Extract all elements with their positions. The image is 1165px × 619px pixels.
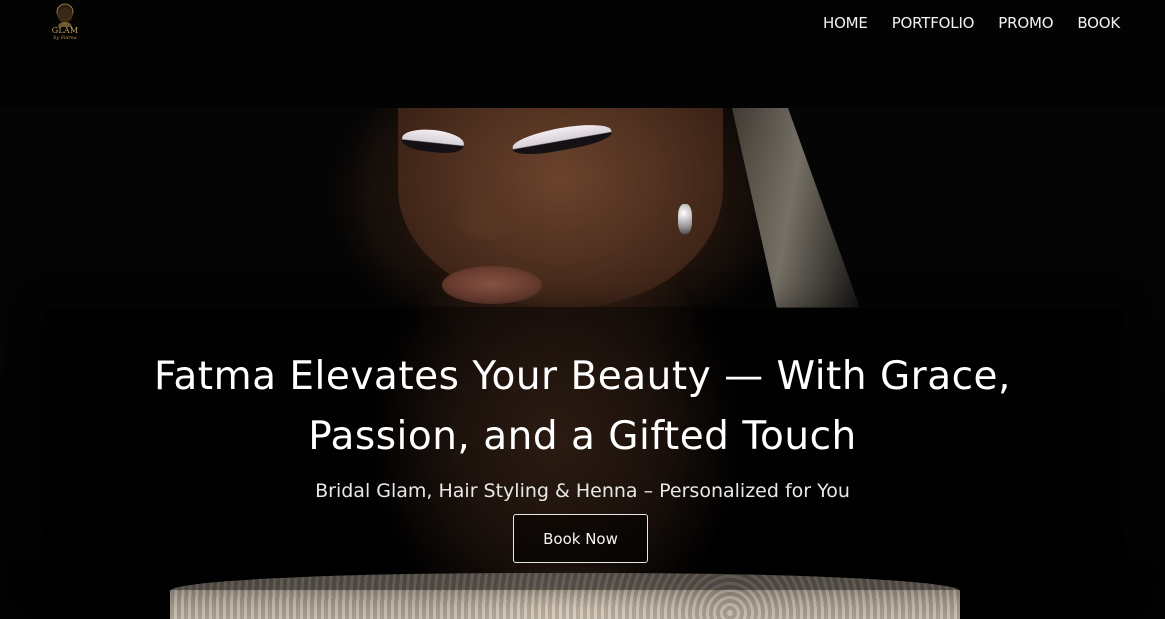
page: GLAM by Fatma HOME PORTFOLIO PROMO BOOK … — [0, 0, 1165, 619]
site-header: GLAM by Fatma HOME PORTFOLIO PROMO BOOK — [0, 0, 1165, 108]
nav-portfolio[interactable]: PORTFOLIO — [892, 13, 975, 33]
hero-headline-line-1: Fatma Elevates Your Beauty — With Grace, — [154, 354, 1011, 399]
logo-wordmark: GLAM — [51, 26, 79, 35]
hero-image-nose — [452, 188, 524, 240]
book-now-button[interactable]: Book Now — [513, 514, 648, 563]
brand-logo[interactable]: GLAM by Fatma — [46, 0, 84, 46]
nav-promo[interactable]: PROMO — [998, 13, 1053, 33]
nav-home[interactable]: HOME — [823, 13, 868, 33]
hero-headline: Fatma Elevates Your Beauty — With Grace,… — [0, 347, 1165, 467]
main-nav: HOME PORTFOLIO PROMO BOOK — [823, 13, 1120, 33]
hero-subheadline: Bridal Glam, Hair Styling & Henna – Pers… — [315, 480, 850, 502]
logo-tagline: by Fatma — [53, 35, 77, 41]
hero-image-veil — [732, 108, 860, 308]
hero-image-earring — [678, 204, 692, 234]
hero-image-lips — [442, 266, 542, 304]
hero-headline-line-2: Passion, and a Gifted Touch — [308, 414, 857, 459]
nav-book[interactable]: BOOK — [1077, 13, 1120, 33]
